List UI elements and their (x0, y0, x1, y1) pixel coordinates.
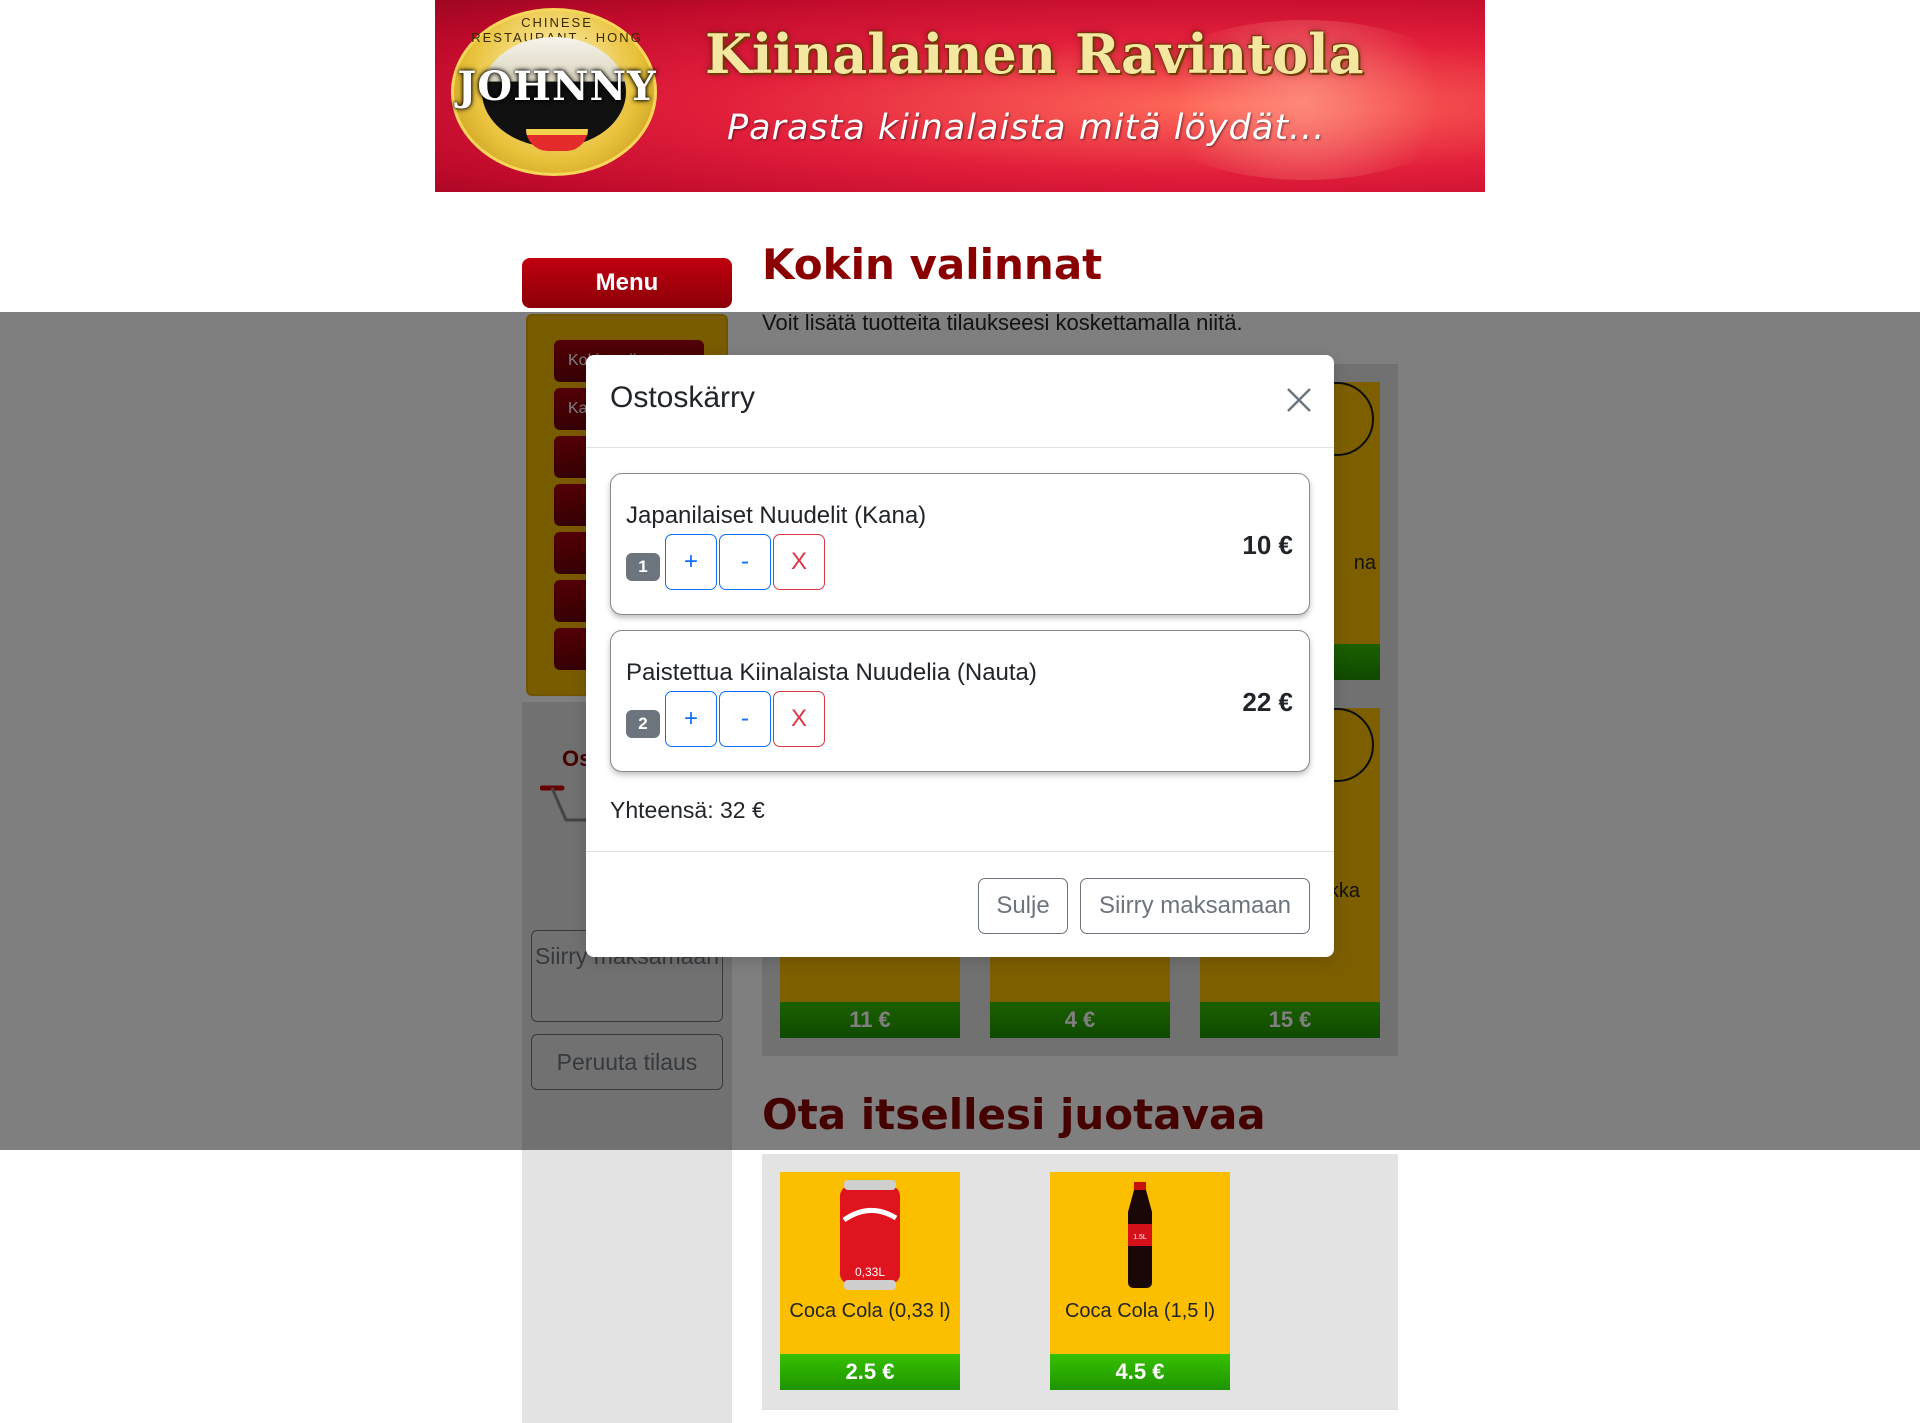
quantity-badge: 1 (626, 553, 660, 581)
checkout-button[interactable]: Siirry maksamaan (1080, 878, 1310, 934)
drink-name: Coca Cola (0,33 l) (789, 1300, 951, 1322)
increase-quantity-button[interactable]: + (665, 691, 717, 747)
header-banner: CHINESE RESTAURANT · HONG KONG JOHNNY Ki… (435, 0, 1485, 192)
can-label: 0,33L (855, 1265, 885, 1279)
bottle-label: 1.5L (1133, 1234, 1147, 1241)
banner-title: Kiinalainen Ravintola (705, 22, 1364, 86)
drink-price: 4.5 € (1050, 1354, 1230, 1390)
cart-item: Paistettua Kiinalaista Nuudelia (Nauta) … (610, 630, 1310, 772)
modal-header-divider (586, 447, 1334, 448)
menu-button[interactable]: Menu (522, 258, 732, 308)
cart-modal: Ostoskärry Japanilaiset Nuudelit (Kana) … (586, 355, 1334, 957)
close-button[interactable]: Sulje (978, 878, 1068, 934)
quantity-badge: 2 (626, 710, 660, 738)
remove-item-button[interactable]: X (773, 534, 825, 590)
coca-cola-can-icon: 0,33L (840, 1180, 900, 1290)
page-title: Kokin valinnat (762, 240, 1103, 289)
cart-item-price: 10 € (1242, 530, 1293, 560)
cart-item: Japanilaiset Nuudelit (Kana) 1 + - X 10 … (610, 473, 1310, 615)
banner-slogan: Parasta kiinalaista mitä löydät... (727, 108, 1326, 148)
cart-item-name: Japanilaiset Nuudelit (Kana) (626, 502, 927, 529)
remove-item-button[interactable]: X (773, 691, 825, 747)
decrease-quantity-button[interactable]: - (719, 534, 771, 590)
drink-name: Coca Cola (1,5 l) (1064, 1300, 1216, 1322)
cart-item-name: Paistettua Kiinalaista Nuudelia (Nauta) (626, 659, 1037, 686)
logo-word: JOHNNY (457, 63, 657, 110)
modal-title: Ostoskärry (610, 381, 756, 414)
increase-quantity-button[interactable]: + (665, 534, 717, 590)
drink-card[interactable]: 0,33L Coca Cola (0,33 l) 2.5 € (780, 1172, 960, 1390)
decrease-quantity-button[interactable]: - (719, 691, 771, 747)
drinks-grid: 0,33L Coca Cola (0,33 l) 2.5 € 1.5L Coca… (762, 1154, 1398, 1410)
restaurant-logo: CHINESE RESTAURANT · HONG KONG JOHNNY (451, 8, 657, 176)
drink-price: 2.5 € (780, 1354, 960, 1390)
drink-card[interactable]: 1.5L Coca Cola (1,5 l) 4.5 € (1050, 1172, 1230, 1390)
wok-icon (526, 129, 588, 151)
coca-cola-bottle-icon: 1.5L (1128, 1182, 1152, 1288)
cart-item-price: 22 € (1242, 687, 1293, 717)
modal-footer-divider (586, 851, 1334, 852)
cart-total: Yhteensä: 32 € (610, 797, 765, 823)
close-icon[interactable] (1282, 383, 1316, 417)
